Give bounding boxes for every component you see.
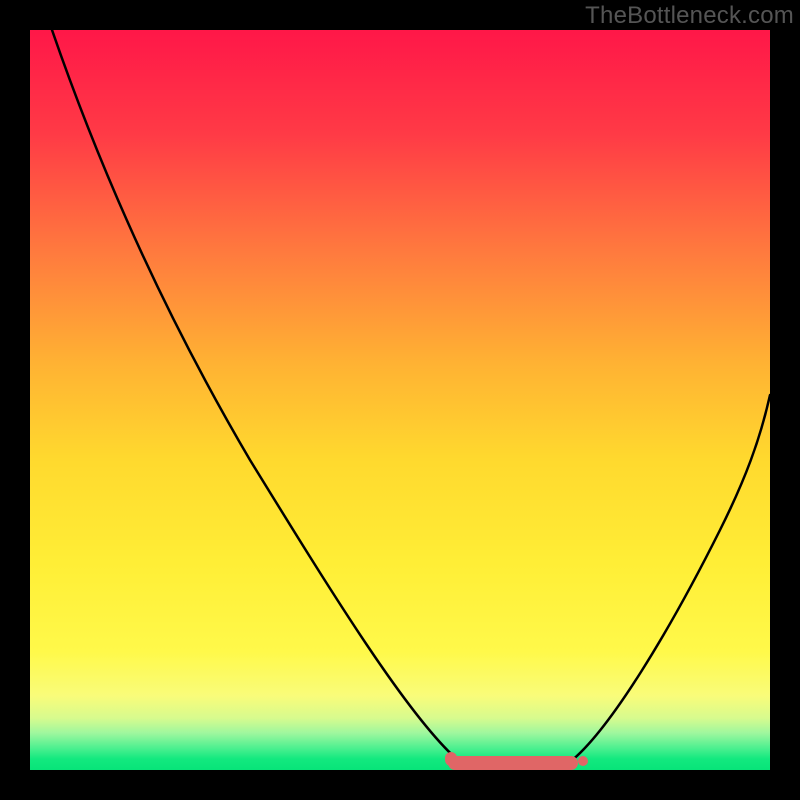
chart-frame: TheBottleneck.com [0,0,800,800]
bottleneck-curve [30,30,770,770]
plot-area [30,30,770,770]
watermark-text: TheBottleneck.com [585,2,794,30]
optimal-band-start-nub [445,752,457,766]
curve-right-branch [570,395,770,762]
optimal-band-end-dot [578,756,588,766]
curve-left-branch [52,30,570,762]
optimal-band-marker [448,756,578,770]
